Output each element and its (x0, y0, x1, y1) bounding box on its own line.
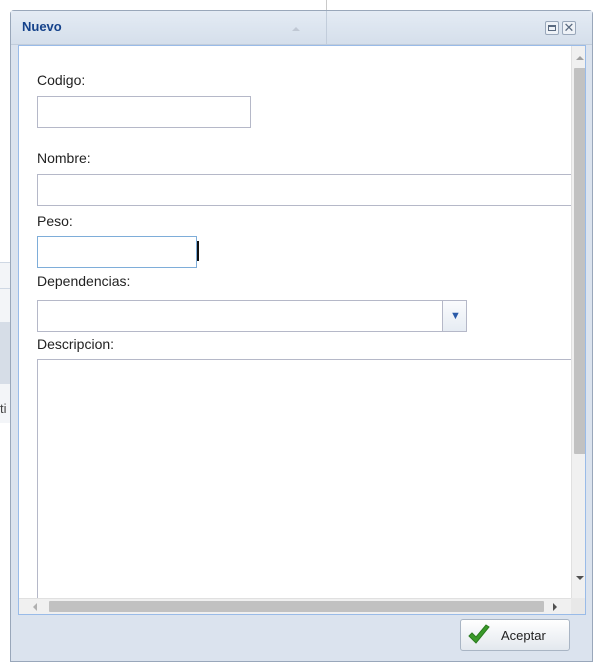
form-body: Codigo: Nombre: Peso: Dependencias: ▼ De… (18, 45, 586, 615)
accept-button-label: Aceptar (501, 628, 546, 643)
vertical-scroll-thumb[interactable] (574, 68, 585, 454)
dependencias-dropdown-button[interactable]: ▼ (442, 300, 467, 332)
nombre-label: Nombre: (37, 150, 91, 166)
vertical-scrollbar[interactable] (571, 46, 585, 598)
dependencias-label: Dependencias: (37, 273, 131, 289)
dialog-title: Nuevo (22, 19, 62, 34)
collapse-arrow-icon (292, 27, 300, 31)
text-cursor (197, 241, 199, 261)
scrollbar-corner (571, 598, 585, 614)
scroll-up-icon[interactable] (576, 56, 584, 60)
maximize-icon[interactable] (545, 21, 559, 35)
accept-button[interactable]: Aceptar (460, 619, 570, 651)
scroll-down-icon[interactable] (576, 576, 584, 580)
peso-label: Peso: (37, 213, 73, 229)
background-bar (0, 322, 10, 384)
descripcion-textarea[interactable] (37, 359, 585, 609)
scroll-right-icon[interactable] (553, 603, 557, 611)
peso-field[interactable] (37, 236, 197, 268)
descripcion-label: Descripcion: (37, 336, 115, 352)
chevron-down-icon: ▼ (450, 310, 461, 322)
checkmark-icon (468, 624, 490, 644)
titlebar-divider (326, 11, 327, 44)
dialog-window: Nuevo ✕ Codigo: Nombre: Peso: Dependenci… (10, 10, 593, 662)
codigo-field[interactable] (37, 96, 251, 128)
horizontal-scrollbar[interactable] (19, 598, 571, 614)
horizontal-scroll-thumb[interactable] (49, 601, 544, 612)
close-icon[interactable]: ✕ (562, 21, 576, 35)
dependencias-combo[interactable] (37, 300, 443, 332)
scroll-left-icon[interactable] (33, 603, 37, 611)
nombre-field[interactable] (37, 174, 577, 206)
codigo-label: Codigo: (37, 72, 86, 88)
background-text-fragment: ti (0, 401, 7, 416)
dialog-titlebar[interactable]: Nuevo ✕ (11, 11, 592, 45)
